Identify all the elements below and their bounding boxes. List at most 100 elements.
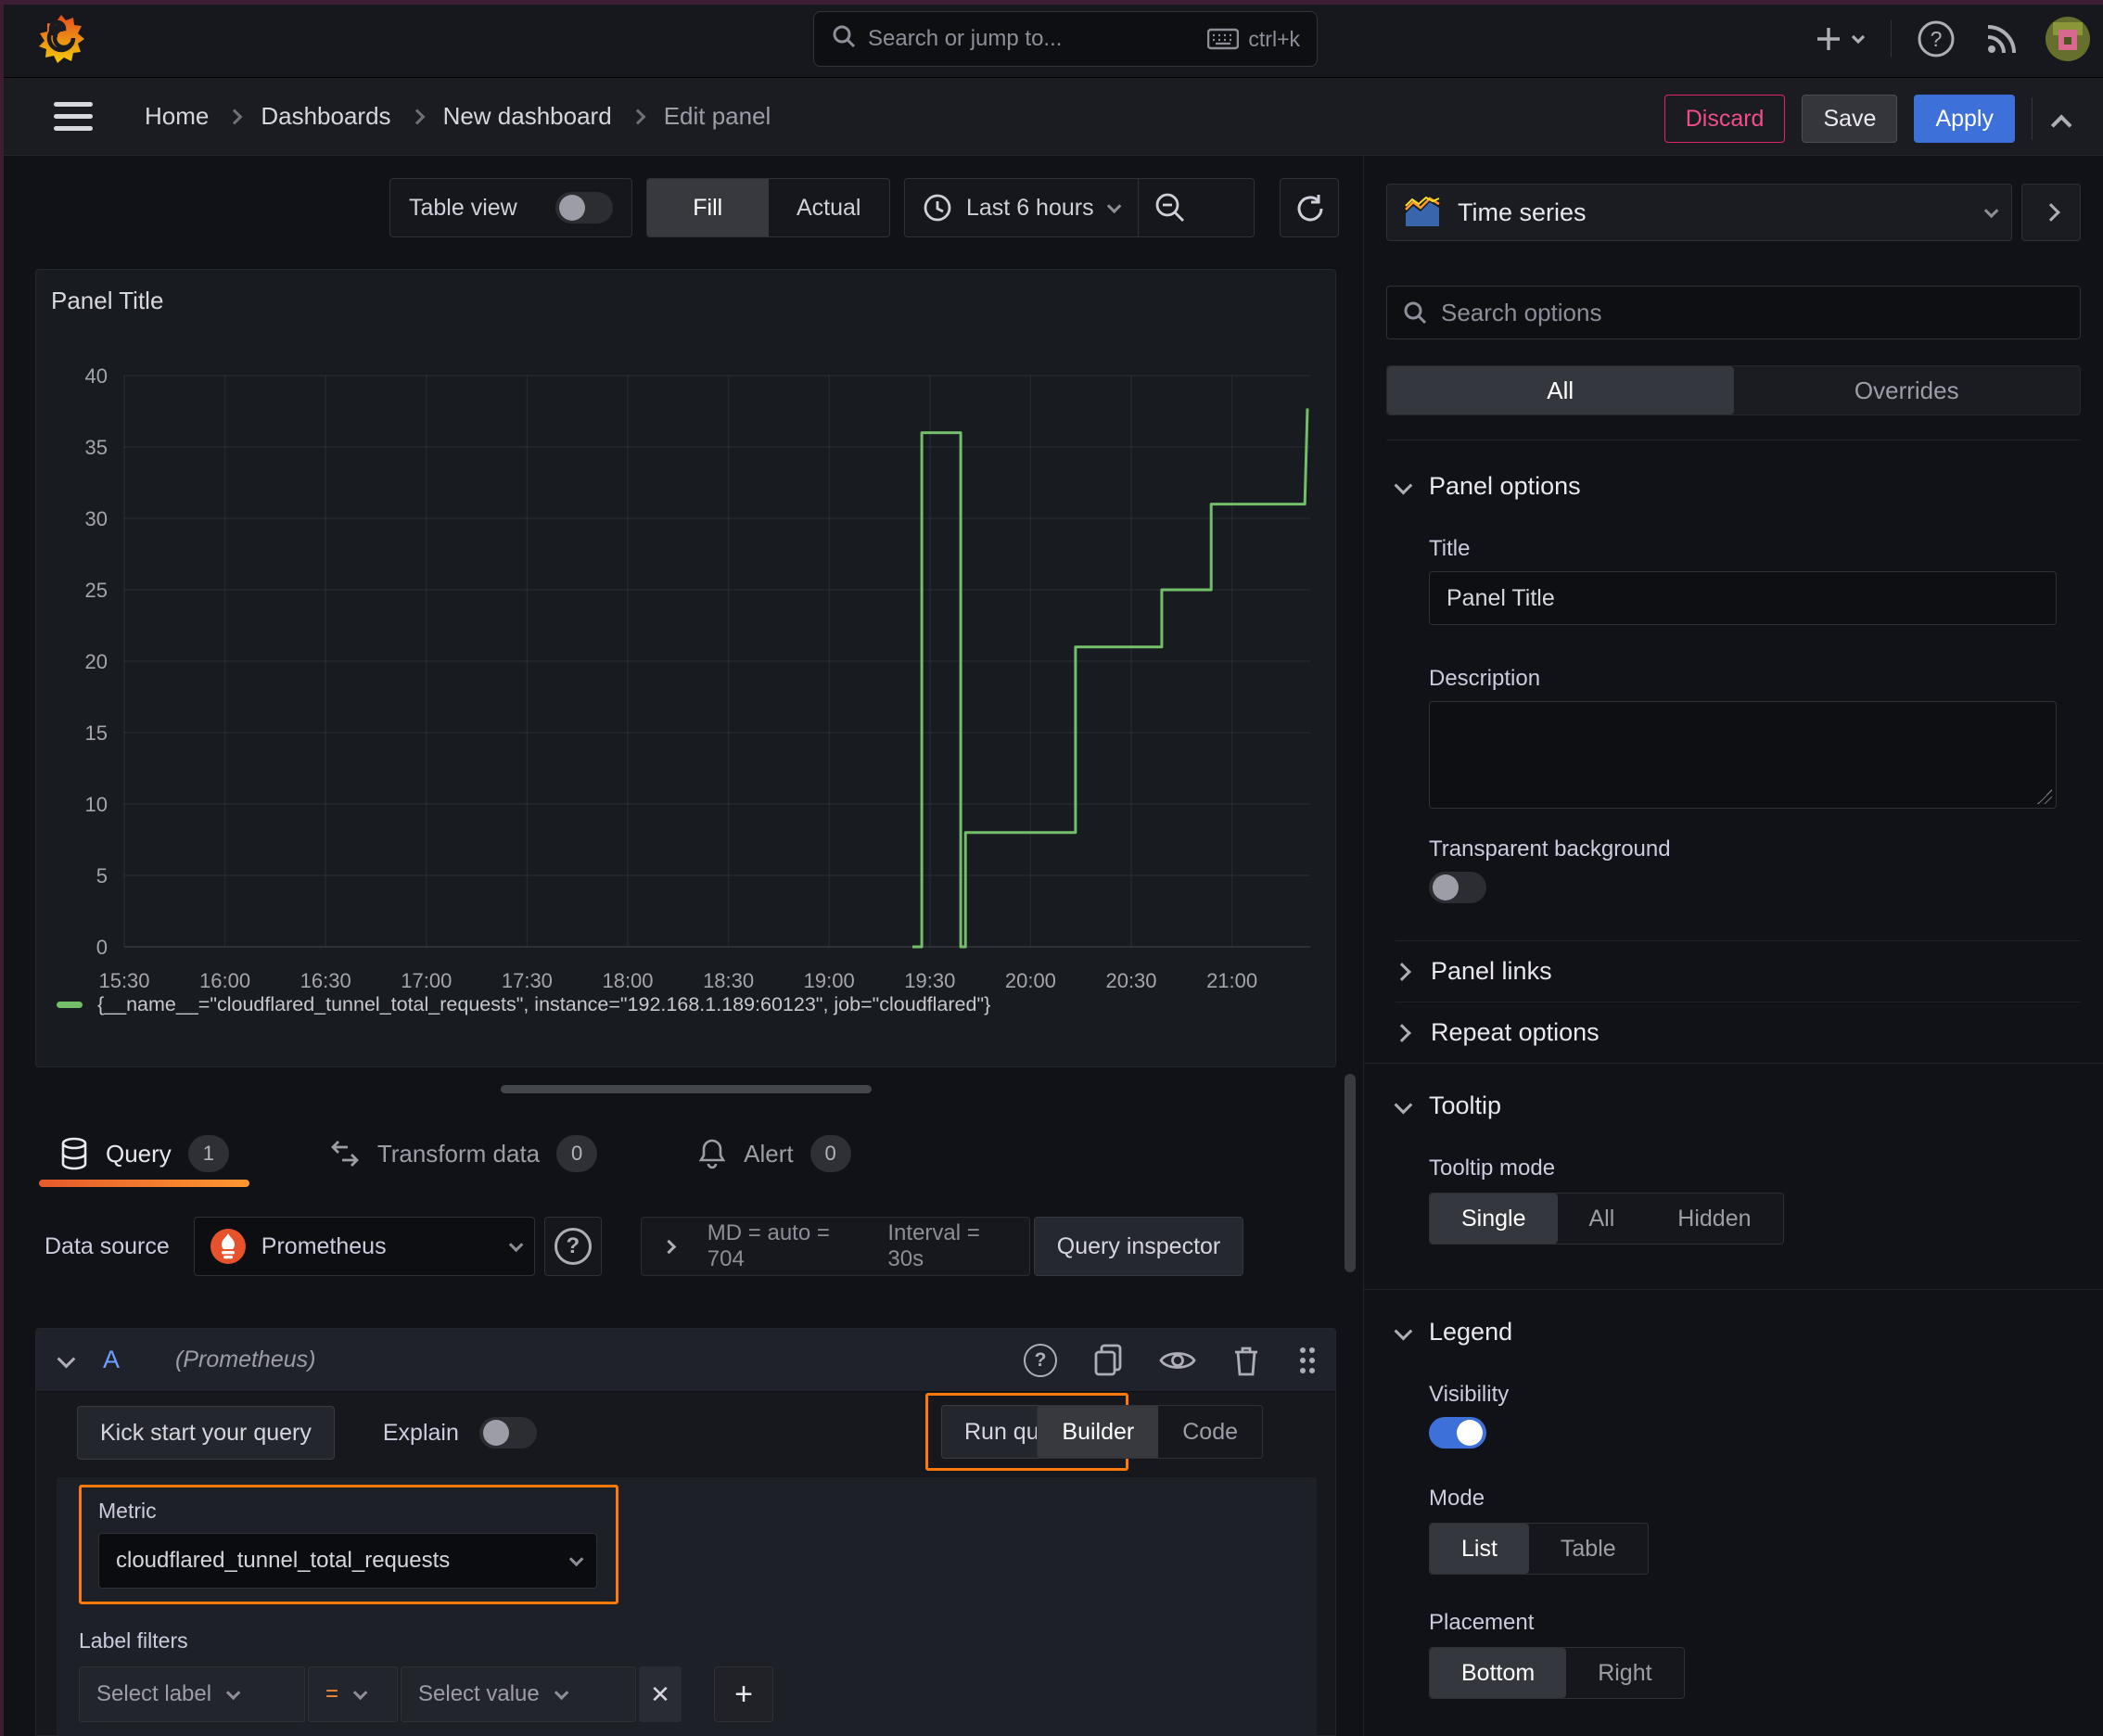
repeat-options-row[interactable]: Repeat options: [1393, 1002, 2081, 1063]
legend-list-option[interactable]: List: [1430, 1524, 1529, 1574]
window-edge-top: [0, 0, 2103, 5]
discard-button[interactable]: Discard: [1663, 95, 1786, 143]
search-placeholder: Search or jump to...: [868, 26, 1063, 51]
zoom-out-icon[interactable]: [1152, 189, 1189, 226]
chevron-down-icon: [1394, 476, 1413, 494]
metric-label: Metric: [98, 1499, 157, 1523]
query-row-header[interactable]: A (Prometheus) ?: [36, 1329, 1335, 1392]
topbar-divider: [1891, 20, 1892, 57]
breadcrumb-dashboards[interactable]: Dashboards: [261, 102, 390, 131]
all-overrides-tabs: All Overrides: [1386, 365, 2081, 415]
breadcrumb-home[interactable]: Home: [145, 102, 209, 131]
legend-table-option[interactable]: Table: [1529, 1524, 1648, 1574]
query-builder-rows: Metric cloudflared_tunnel_total_requests…: [57, 1477, 1317, 1736]
grafana-logo-icon[interactable]: [37, 13, 85, 65]
hide-response-eye-icon[interactable]: [1159, 1347, 1196, 1374]
builder-code-switch: Builder Code: [1037, 1405, 1263, 1459]
panel-options-section-header[interactable]: Panel options: [1364, 440, 2103, 501]
datasource-label: Data source: [45, 1232, 170, 1259]
add-new-button[interactable]: [1813, 23, 1867, 55]
tab-all[interactable]: All: [1387, 366, 1734, 415]
title-field-label: Title: [1429, 536, 1471, 561]
actual-option[interactable]: Actual: [769, 179, 890, 236]
chevron-down-icon: [1394, 1321, 1413, 1340]
select-value-dropdown[interactable]: Select value: [401, 1666, 636, 1722]
code-option[interactable]: Code: [1158, 1406, 1262, 1458]
add-filter-button[interactable]: +: [714, 1666, 773, 1722]
chevron-right-icon: [1393, 1023, 1411, 1042]
panel-links-row[interactable]: Panel links: [1393, 940, 2081, 1002]
panel-resize-handle[interactable]: [501, 1085, 872, 1093]
select-label-dropdown[interactable]: Select label: [79, 1666, 305, 1722]
tab-overrides[interactable]: Overrides: [1734, 366, 2081, 415]
legend-visibility-toggle[interactable]: [1429, 1417, 1486, 1449]
breadcrumb-separator: [226, 108, 243, 124]
news-rss-icon[interactable]: [1981, 19, 2021, 59]
datasource-help-button[interactable]: ?: [543, 1217, 602, 1276]
legend-placement-switch: Bottom Right: [1429, 1647, 1685, 1699]
chevron-down-icon: [568, 1551, 584, 1566]
transform-icon: [330, 1141, 359, 1167]
explain-toggle[interactable]: [478, 1417, 537, 1449]
window-edge-left: [0, 0, 4, 1736]
query-count-badge: 1: [187, 1135, 229, 1172]
kick-start-button[interactable]: Kick start your query: [77, 1406, 335, 1460]
placement-right-option[interactable]: Right: [1566, 1648, 1683, 1698]
time-range-label: Last 6 hours: [966, 194, 1094, 221]
tooltip-single-option[interactable]: Single: [1430, 1194, 1558, 1244]
time-series-viz-icon: [1405, 197, 1440, 226]
time-range-picker[interactable]: Last 6 hours: [904, 178, 1255, 237]
collapse-header-icon[interactable]: [2050, 114, 2072, 136]
chevron-right-icon: [1393, 962, 1411, 981]
drag-handle-icon[interactable]: [1296, 1344, 1319, 1377]
tooltip-hidden-option[interactable]: Hidden: [1646, 1194, 1782, 1244]
apply-button[interactable]: Apply: [1914, 95, 2015, 143]
visualization-select[interactable]: Time series: [1386, 184, 2012, 241]
builder-option[interactable]: Builder: [1038, 1406, 1159, 1458]
legend-section-header[interactable]: Legend: [1364, 1290, 2103, 1347]
svg-text:25: 25: [85, 579, 108, 602]
query-options-summary[interactable]: MD = auto = 704 Interval = 30s: [640, 1217, 1030, 1276]
placement-bottom-option[interactable]: Bottom: [1430, 1648, 1567, 1698]
duplicate-icon[interactable]: [1092, 1343, 1124, 1378]
collapse-query-row-icon[interactable]: [57, 1349, 76, 1368]
legend-series-swatch: [57, 1002, 83, 1008]
resize-corner-icon[interactable]: [2037, 789, 2052, 804]
help-icon[interactable]: ?: [1916, 19, 1956, 59]
trash-icon[interactable]: [1231, 1344, 1261, 1377]
chevron-down-icon: [1394, 1095, 1413, 1114]
global-search-input[interactable]: Search or jump to... ctrl+k: [813, 11, 1318, 67]
menu-hamburger-icon[interactable]: [54, 102, 93, 131]
query-help-icon[interactable]: ?: [1024, 1344, 1057, 1377]
svg-text:15: 15: [85, 721, 108, 745]
refresh-button[interactable]: [1280, 178, 1339, 237]
query-inspector-button[interactable]: Query inspector: [1033, 1217, 1244, 1276]
tab-alert[interactable]: Alert 0: [694, 1120, 854, 1187]
transparent-bg-toggle[interactable]: [1429, 872, 1486, 903]
query-editor-card: A (Prometheus) ? Kick start your query E…: [35, 1328, 1336, 1736]
options-search-input[interactable]: Search options: [1386, 286, 2081, 339]
tooltip-section-header[interactable]: Tooltip: [1364, 1064, 2103, 1120]
chart-panel[interactable]: Panel Title 0 5 10 15 20 25 30 35 40 15:30 16:00 16…: [35, 269, 1336, 1067]
operator-dropdown[interactable]: =: [308, 1666, 398, 1722]
panel-title-input[interactable]: [1429, 571, 2057, 625]
toggle-viz-picker-button[interactable]: [2021, 184, 2081, 241]
breadcrumb-new-dashboard[interactable]: New dashboard: [443, 102, 612, 131]
fill-option[interactable]: Fill: [647, 179, 769, 236]
remove-filter-button[interactable]: ✕: [639, 1666, 682, 1722]
tab-query[interactable]: Query 1: [39, 1120, 249, 1187]
explain-control: Explain: [383, 1417, 537, 1449]
datasource-select[interactable]: Prometheus: [193, 1217, 535, 1276]
save-button[interactable]: Save: [1802, 95, 1898, 143]
metric-select[interactable]: cloudflared_tunnel_total_requests: [98, 1533, 597, 1589]
tab-transform-data[interactable]: Transform data 0: [325, 1120, 601, 1187]
metric-value: cloudflared_tunnel_total_requests: [116, 1548, 451, 1573]
table-view-toggle[interactable]: [555, 192, 613, 223]
description-textarea[interactable]: [1429, 701, 2057, 809]
svg-text:5: 5: [96, 864, 108, 887]
time-series-chart[interactable]: 0 5 10 15 20 25 30 35 40 15:30 16:00 16:30 17:00 17:3…: [36, 270, 1337, 1068]
database-icon: [61, 1137, 87, 1170]
user-avatar[interactable]: [2046, 17, 2090, 61]
chart-legend[interactable]: {__name__="cloudflared_tunnel_total_requ…: [57, 993, 990, 1016]
tooltip-all-option[interactable]: All: [1558, 1194, 1647, 1244]
